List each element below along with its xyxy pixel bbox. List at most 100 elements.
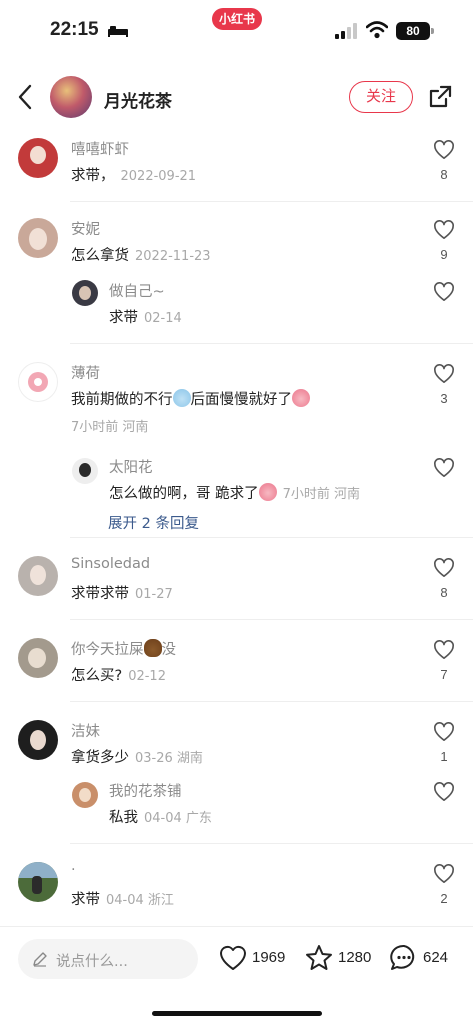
reply-text[interactable]: 私我 04-04 广东 — [109, 806, 212, 827]
reply-like-button[interactable] — [432, 458, 456, 478]
app-badge: 小红书 — [212, 8, 262, 30]
wifi-icon — [366, 21, 388, 39]
comment-input-placeholder: 说点什么... — [56, 954, 128, 970]
comment-button[interactable]: 624 — [389, 943, 457, 973]
commenter-name[interactable]: . — [71, 858, 76, 874]
commenter-avatar[interactable] — [18, 218, 58, 258]
commenter-name[interactable]: 嘻嘻虾虾 — [71, 138, 129, 159]
status-bar: 22:15 小红书 80 — [0, 0, 473, 62]
like-button[interactable]: 3 — [432, 364, 456, 406]
like-count: 9 — [440, 247, 448, 262]
commenter-avatar[interactable] — [18, 362, 58, 402]
like-count: 8 — [440, 167, 448, 182]
reply-avatar[interactable] — [72, 458, 98, 484]
like-post-button[interactable]: 1969 — [218, 943, 292, 973]
like-button[interactable]: 7 — [432, 640, 456, 682]
heart-icon — [434, 558, 454, 577]
home-indicator[interactable] — [152, 1011, 322, 1016]
like-count: 1 — [440, 749, 448, 764]
reply-like-button[interactable] — [432, 282, 456, 302]
reply-meta: 7小时前 河南 — [282, 487, 361, 502]
status-time: 22:15 — [50, 19, 99, 40]
comment-text[interactable]: 怎么买? 02-12 — [71, 664, 166, 685]
comment-text[interactable]: 怎么拿货 2022-11-23 — [71, 244, 211, 265]
commenter-name[interactable]: Sinsoledad — [71, 556, 150, 572]
follow-button[interactable]: 关注 — [349, 81, 413, 113]
collect-button[interactable]: 1280 — [304, 943, 378, 973]
like-button[interactable]: 9 — [432, 220, 456, 262]
heart-icon — [434, 140, 454, 159]
comment-meta: 01-27 — [135, 587, 173, 602]
chat-bubble-icon — [390, 944, 415, 970]
reply-meta: 02-14 — [144, 311, 182, 326]
commenter-avatar[interactable] — [18, 862, 58, 902]
like-total: 1969 — [252, 949, 286, 966]
reply-text[interactable]: 怎么做的啊，哥 跪求了 7小时前 河南 — [109, 482, 360, 503]
comment-meta: 7小时前 河南 — [71, 420, 149, 435]
author-name[interactable]: 月光花茶 — [104, 87, 172, 112]
comment-meta: 02-12 — [128, 669, 166, 684]
star-icon — [306, 945, 332, 970]
heart-icon — [434, 364, 454, 383]
like-button[interactable]: 1 — [432, 722, 456, 764]
commenter-name[interactable]: 薄荷 — [71, 362, 100, 383]
reply-name[interactable]: 做自己~ — [109, 280, 165, 301]
pencil-icon — [33, 952, 47, 967]
like-count: 8 — [440, 585, 448, 600]
commenter-avatar[interactable] — [18, 638, 58, 678]
comment-thread: Sinsoledad 求带求带 01-27 8 — [18, 538, 473, 620]
comment-text[interactable]: 求带， 2022-09-21 — [71, 164, 196, 185]
emoji-icon — [172, 389, 191, 407]
comment-meta: 2022-09-21 — [120, 169, 197, 184]
like-count: 2 — [440, 891, 448, 906]
comment-thread: 洁妹 拿货多少 03-26 湖南 1 我的花茶铺 私我 04-04 广东 — [18, 702, 473, 844]
comment-thread: 你今天拉屎没 怎么买? 02-12 7 — [18, 620, 473, 702]
reply-name[interactable]: 太阳花 — [109, 456, 153, 477]
like-count: 3 — [440, 391, 448, 406]
comment-meta: 04-04 浙江 — [106, 893, 174, 908]
top-nav-bar: 月光花茶 关注 — [0, 72, 473, 124]
sleep-mode-icon — [108, 26, 128, 37]
comment-thread: 嘻嘻虾虾 求带， 2022-09-21 8 — [18, 132, 473, 202]
comment-text[interactable]: 我前期做的不行 后面慢慢就好了 — [71, 388, 310, 409]
heart-icon — [434, 220, 454, 239]
commenter-name[interactable]: 安妮 — [71, 218, 100, 239]
reply-text[interactable]: 求带 02-14 — [109, 306, 182, 327]
expand-replies-link[interactable]: 展开 2 条回复 — [108, 512, 199, 533]
like-button[interactable]: 2 — [432, 864, 456, 906]
comment-thread: 安妮 怎么拿货 2022-11-23 9 做自己~ 求带 02-14 — [18, 202, 473, 344]
commenter-avatar[interactable] — [18, 720, 58, 760]
collect-total: 1280 — [338, 949, 372, 966]
heart-icon — [434, 640, 454, 659]
commenter-avatar[interactable] — [18, 138, 58, 178]
commenter-name[interactable]: 你今天拉屎没 — [71, 638, 176, 659]
cellular-signal-icon — [335, 23, 357, 39]
comment-meta: 03-26 湖南 — [135, 751, 203, 766]
pig-emoji-icon — [258, 483, 277, 501]
back-arrow-icon[interactable] — [14, 82, 38, 112]
reply-avatar[interactable] — [72, 782, 98, 808]
comment-total: 624 — [423, 949, 449, 966]
comment-text[interactable]: 求带求带 01-27 — [71, 582, 173, 603]
reply-like-button[interactable] — [432, 782, 456, 802]
reply-avatar[interactable] — [72, 280, 98, 306]
share-icon[interactable] — [428, 85, 452, 109]
comment-text[interactable]: 拿货多少 03-26 湖南 — [71, 746, 203, 767]
comment-meta: 2022-11-23 — [135, 249, 211, 264]
comment-text[interactable]: 求带 04-04 浙江 — [71, 888, 174, 909]
comment-input[interactable]: 说点什么... — [18, 939, 198, 979]
author-avatar[interactable] — [50, 76, 92, 118]
heart-icon — [434, 282, 454, 301]
like-button[interactable]: 8 — [432, 140, 456, 182]
heart-icon — [434, 864, 454, 883]
reply-name[interactable]: 我的花茶铺 — [109, 780, 182, 801]
like-count: 7 — [440, 667, 448, 682]
battery-tip — [431, 28, 434, 34]
pig-emoji-icon — [292, 389, 310, 407]
heart-icon — [220, 945, 246, 970]
commenter-avatar[interactable] — [18, 556, 58, 596]
like-button[interactable]: 8 — [432, 558, 456, 600]
commenter-name[interactable]: 洁妹 — [71, 720, 100, 741]
heart-icon — [434, 722, 454, 741]
poop-emoji-icon — [143, 639, 162, 657]
